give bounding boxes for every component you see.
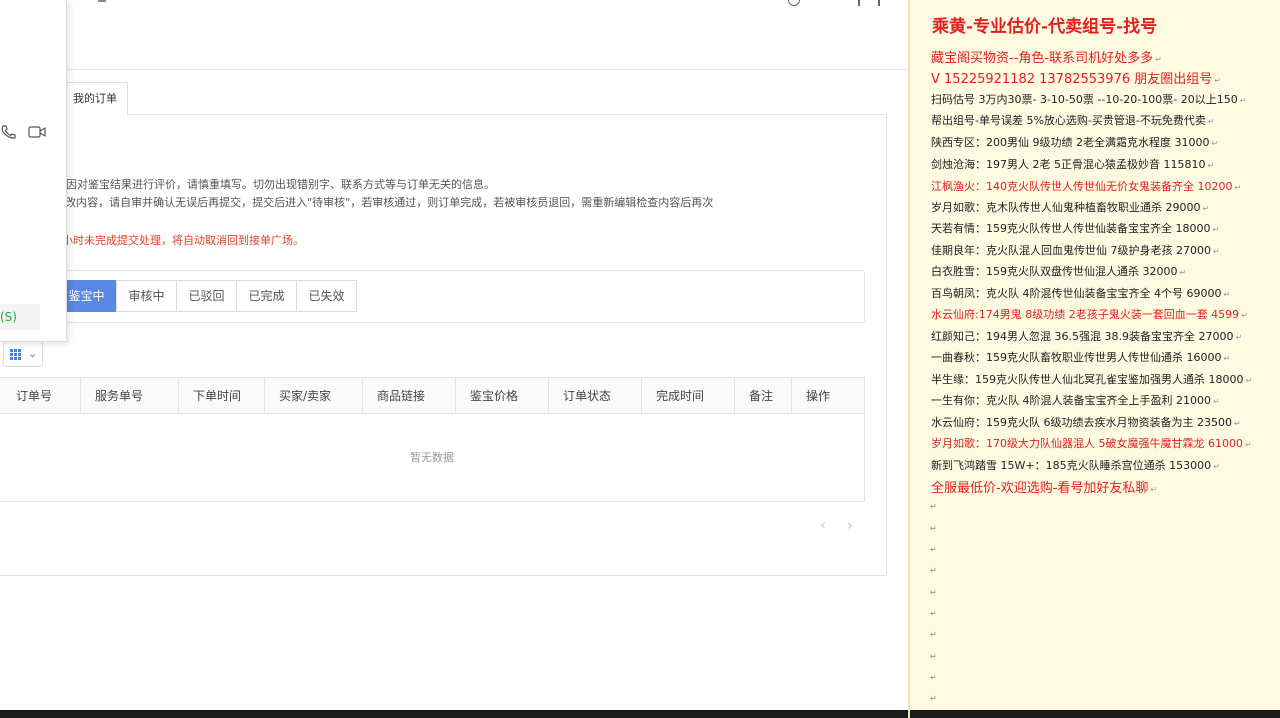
note-line: 水云仙府：159克火队 6级功绩去疾水月物资装备为主 23500 ↵: [931, 416, 1241, 429]
column-header: 鉴宝价格: [455, 378, 548, 414]
note-line: V 15225921182 13782553976 朋友圈出组号 ↵: [931, 72, 1221, 87]
line-break-mark: ↵: [930, 652, 937, 661]
grid-icon: [10, 349, 21, 360]
note-line: 天若有情：159克火队传世人传世仙装备宝宝齐全 18000 ↵: [931, 222, 1220, 235]
line-break-mark: ↵: [930, 694, 937, 703]
empty-state-text: 暂无数据: [410, 451, 454, 464]
column-header: 下单时间: [178, 378, 270, 414]
column-header: 订单状态: [548, 378, 641, 414]
column-header: 完成时间: [641, 378, 734, 414]
window-control-icon[interactable]: [878, 0, 880, 6]
note-line: 百鸟朝凤：克火队 4阶混传世仙装备宝宝齐全 4个号 69000 ↵: [931, 287, 1231, 300]
note-line: 红颜知己：194男人忽混 36.5强混 38.9装备宝宝齐全 27000 ↵: [931, 330, 1243, 343]
notice-line: 通过价格和原因对鉴宝结果进行评价，请慎重填写。切勿出现错别字、联系方式等与订单无…: [0, 178, 495, 191]
sales-note-panel: 乘黄-专业估价-代卖组号-找号 藏宝阁买物资--角色-联系司机好处多多 ↵ V 1…: [908, 0, 1280, 718]
column-header: 操作: [791, 378, 864, 414]
phone-icon[interactable]: [0, 124, 18, 140]
orders-table: 订单号 服务单号 下单时间 买家/卖家 商品链接 鉴宝价格 订单状态 完成时间 …: [0, 377, 865, 502]
notice-line: 操作"编辑"修改内容，请自审并确认无误后再提交，提交后进入"待审核"，若审核通过…: [0, 196, 714, 209]
note-line: 一生有你：克火队 4阶混人装备宝宝齐全上手盈利 21000 ↵: [931, 394, 1220, 407]
note-line: 一曲春秋：159克火队畜牧职业传世男人传世仙通杀 16000 ↵: [931, 351, 1231, 364]
line-break-mark: ↵: [930, 545, 937, 554]
filter-expired-button[interactable]: 已失效: [296, 280, 357, 312]
video-call-icon[interactable]: [28, 124, 46, 140]
line-break-mark: ↵: [930, 630, 937, 639]
help-icon[interactable]: [788, 0, 800, 6]
column-header: 商品链接: [362, 378, 455, 414]
table-header: 订单号 服务单号 下单时间 买家/卖家 商品链接 鉴宝价格 订单状态 完成时间 …: [0, 378, 864, 414]
chevron-down-icon: ⌄: [28, 347, 38, 360]
line-break-mark: ↵: [930, 524, 937, 533]
note-line: 白衣胜雪：159克火队双盘传世仙混人通杀 32000 ↵: [931, 265, 1187, 278]
chat-status-text: (S): [0, 304, 40, 330]
note-line: 全服最低价-欢迎选购-看号加好友私聊 ↵: [931, 481, 1158, 496]
note-line: 半生缘：159克火队传世人仙北冥孔雀宝鉴加强男人通杀 18000 ↵: [931, 373, 1253, 386]
filter-reviewing-button[interactable]: 审核中: [116, 280, 177, 312]
filter-rejected-button[interactable]: 已驳回: [176, 280, 237, 312]
note-line: 岁月如歌：170级大力队仙器混人 5破女魔强牛魔甘霖龙 61000 ↵: [931, 437, 1252, 450]
note-line: 藏宝阁买物资--角色-联系司机好处多多 ↵: [931, 51, 1162, 66]
note-line: 水云仙府:174男鬼 8级功绩 2老孩子鬼火装一套回血一套 4599 ↵: [931, 308, 1248, 321]
note-line: 新到飞鸿踏雪 15W+：185克火队睡杀宫位通杀 153000 ↵: [931, 459, 1220, 472]
note-title: 乘黄-专业估价-代卖组号-找号: [932, 17, 1158, 37]
line-break-mark: ↵: [930, 588, 937, 597]
note-line: 扫码估号 3万内30票- 3-10-50票 --10-20-100票- 20以上…: [931, 93, 1247, 106]
column-header: 买家/卖家: [264, 378, 362, 414]
pagination-next-button[interactable]: ›: [847, 516, 853, 534]
line-break-mark: ↵: [930, 673, 937, 682]
filter-completed-button[interactable]: 已完成: [236, 280, 297, 312]
line-break-mark: ↵: [930, 566, 937, 575]
column-header: 备注: [734, 378, 791, 414]
chat-call-icons: [0, 124, 46, 140]
taskbar-strip: [0, 710, 908, 718]
toolbar-mark-icon: [98, 0, 106, 2]
chat-popup: (S): [0, 0, 67, 342]
note-line: 佳期良年：克火队混人回血鬼传世仙 7级护身老孩 27000 ↵: [931, 244, 1220, 257]
column-settings-button[interactable]: ⌄: [3, 341, 43, 367]
column-header: 订单号: [16, 389, 53, 403]
note-line: 陕西专区：200男仙 9级功绩 2老全满霜克水程度 31000 ↵: [931, 136, 1219, 149]
note-line: 帮出组号-单号误差 5%放心选购-买贵管退-不玩免费代卖 ↵: [931, 114, 1215, 127]
taskbar-strip: [910, 710, 1280, 718]
window-control-icon[interactable]: [858, 0, 860, 6]
column-header: 服务单号: [80, 378, 178, 414]
note-line: 剑烛沧海：197男人 2老 5正骨混心猿孟极妙音 115810 ↵: [931, 158, 1215, 171]
note-line: 岁月如歌：克木队传世人仙鬼种植畜牧职业通杀 29000 ↵: [931, 201, 1210, 214]
line-break-mark: ↵: [930, 609, 937, 618]
top-bar: [0, 0, 908, 70]
line-break-mark: ↵: [930, 502, 937, 511]
pagination-prev-button[interactable]: ‹: [820, 516, 826, 534]
web-app-area: (S) 我的订单 通过价格和原因对鉴宝结果进行评价，请慎重填写。切勿出现错别字、…: [0, 0, 908, 718]
note-line: 江枫渔火：140克火队传世人传世仙无价女鬼装备齐全 10200 ↵: [931, 180, 1242, 193]
